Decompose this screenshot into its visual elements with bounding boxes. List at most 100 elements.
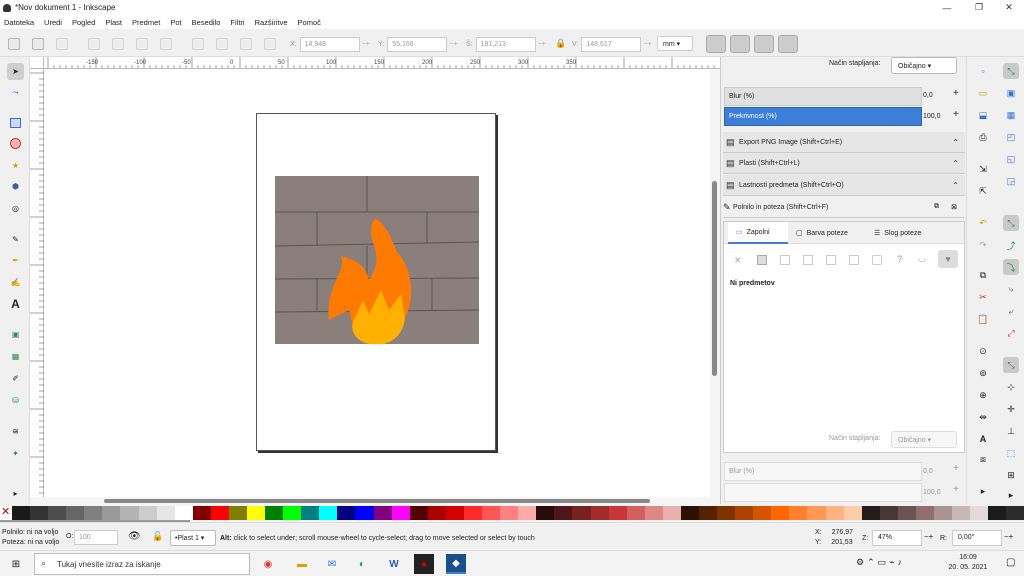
tab-stroke-paint[interactable]: ▢ Barva poteze [796, 222, 866, 244]
menu-extensions[interactable]: Razširitve [255, 18, 288, 27]
zoom-stepper-icon[interactable]: −+ [924, 532, 933, 541]
horizontal-ruler[interactable]: -150 -100 -50 0 50 100 150 200 250 300 350 [44, 57, 720, 69]
text-tool-icon[interactable]: A [7, 295, 24, 312]
palette-swatch[interactable] [12, 506, 31, 520]
toolbox-more-icon[interactable]: ▸ [7, 485, 24, 502]
unset-paint-icon[interactable]: ? [897, 254, 902, 264]
opacity-slider[interactable]: Prekrivnost (%) [724, 107, 922, 126]
palette-swatch[interactable] [463, 506, 483, 520]
x-stepper-icon[interactable]: −+ [362, 41, 370, 48]
palette-swatch[interactable] [84, 506, 103, 520]
palette-swatch[interactable] [283, 506, 302, 520]
edge-icon[interactable]: ◐ [352, 554, 372, 574]
move-gradients-toggle[interactable] [754, 35, 774, 53]
palette-swatch[interactable] [174, 506, 193, 520]
unit-select[interactable]: mm ▾ [657, 36, 693, 51]
palette-swatch[interactable] [409, 506, 428, 520]
menu-view[interactable]: Pogled [72, 18, 95, 27]
lower-blend-mode-select[interactable]: Običajno ▾ [891, 431, 957, 448]
palette-swatch[interactable] [662, 506, 681, 520]
w-stepper-icon[interactable]: −+ [538, 41, 546, 48]
lower-bottom-icon[interactable] [192, 38, 204, 50]
palette-swatch[interactable] [210, 506, 229, 520]
blur-value[interactable]: 0,0 [923, 92, 933, 99]
scale-stroke-toggle[interactable] [706, 35, 726, 53]
save-icon[interactable]: ⬓ [975, 107, 991, 123]
tab-stroke-style[interactable]: ☰ Slog poteze [874, 222, 944, 244]
node-tool-icon[interactable]: ⤳ [7, 84, 24, 101]
lower-opacity-stepper-icon[interactable]: + [953, 484, 959, 495]
lower-blur-slider[interactable]: Blur (%) [724, 462, 922, 481]
palette-swatch[interactable] [102, 506, 121, 520]
palette-swatch[interactable] [482, 506, 501, 520]
palette-swatch[interactable] [952, 506, 971, 520]
palette-swatch[interactable] [753, 506, 772, 520]
select-all-icon[interactable] [8, 38, 20, 50]
palette-swatch[interactable] [988, 506, 1007, 520]
pencil-tool-icon[interactable]: ✎ [7, 231, 24, 248]
palette-swatch[interactable] [391, 506, 410, 520]
3d-box-tool-icon[interactable]: ⬢ [7, 178, 24, 195]
menu-edit[interactable]: Uredi [44, 18, 62, 27]
taskbar-search[interactable]: ⌕ Tukaj vnesite izraz za iskanje [34, 553, 250, 575]
palette-swatch[interactable] [500, 506, 519, 520]
toggle-lock-icon[interactable]: 🔓 [152, 531, 163, 542]
x-input[interactable]: 14,948 [299, 36, 360, 52]
file-explorer-icon[interactable]: ▬ [292, 554, 312, 574]
palette-swatch[interactable] [518, 506, 537, 520]
palette-swatch[interactable] [771, 506, 790, 520]
h-stepper-icon[interactable]: −+ [643, 41, 651, 48]
clock-time[interactable]: 16:09 [946, 554, 990, 561]
select-all-layers-icon[interactable] [32, 38, 44, 50]
flat-color-icon[interactable] [757, 255, 767, 265]
vertical-ruler[interactable] [30, 69, 44, 497]
new-document-icon[interactable]: ▫ [975, 63, 991, 79]
horizontal-scrollbar[interactable] [30, 497, 720, 506]
palette-swatch[interactable] [825, 506, 844, 520]
snap-midpoints-icon[interactable]: ⤢ [1003, 325, 1019, 341]
opacity-status-input[interactable]: 100 [74, 530, 118, 545]
menu-help[interactable]: Pomoč [298, 18, 321, 27]
raise-icon[interactable] [240, 38, 252, 50]
toggle-visibility-icon[interactable]: 👁 [128, 531, 141, 542]
snap-path-intersection-icon[interactable]: ⤵ [1003, 259, 1019, 275]
palette-swatch[interactable] [698, 506, 718, 520]
ellipse-tool-icon[interactable] [7, 135, 24, 152]
zoom-input[interactable]: 47% [872, 530, 922, 546]
palette-swatch[interactable] [120, 506, 139, 520]
import-icon[interactable]: ⇲ [975, 161, 991, 177]
maximize-button[interactable]: ❐ [964, 0, 994, 15]
palette-swatch[interactable] [66, 506, 85, 520]
no-paint-icon[interactable]: ✕ [734, 255, 742, 266]
spiral-tool-icon[interactable]: ◎ [7, 200, 24, 217]
zoom-page-icon[interactable]: ⊕ [975, 387, 991, 403]
close-button[interactable]: ✕ [994, 0, 1024, 15]
paint-bucket-tool-icon[interactable]: ⛁ [7, 392, 24, 409]
snap-path-icon[interactable]: ⤴ [1003, 237, 1019, 253]
menu-file[interactable]: Datoteka [4, 18, 34, 27]
tweak-tool-icon[interactable]: ≋ [7, 423, 24, 440]
palette-swatch[interactable] [879, 506, 898, 520]
word-icon[interactable]: W [384, 554, 404, 574]
snap-nodes-icon[interactable]: ⤡ [1003, 215, 1019, 231]
palette-swatch[interactable] [608, 506, 627, 520]
palette-swatch[interactable] [156, 506, 175, 520]
snap-bbox-icon[interactable]: ▣ [1003, 85, 1019, 101]
panel-float-icon[interactable]: ⧉ [934, 203, 939, 211]
palette-swatch[interactable] [590, 506, 609, 520]
palette-swatch[interactable] [680, 506, 699, 520]
rotation-input[interactable]: 0,00° [952, 530, 1002, 546]
palette-swatch[interactable] [319, 506, 338, 520]
y-stepper-icon[interactable]: −+ [449, 41, 457, 48]
menu-text[interactable]: Besedilo [192, 18, 221, 27]
horizontal-scroll-thumb[interactable] [104, 499, 650, 503]
calligraphy-tool-icon[interactable]: ✍ [7, 274, 24, 291]
lower-opacity-value[interactable]: 100,0 [923, 489, 941, 496]
w-input[interactable]: 181,213 [475, 36, 536, 52]
snap-rotation-center-icon[interactable]: ✛ [1003, 401, 1019, 417]
snap-more-icon[interactable]: ▸ [1003, 487, 1019, 503]
lower-icon[interactable] [216, 38, 228, 50]
paste-icon[interactable]: 📋 [975, 311, 991, 327]
flip-vertical-icon[interactable] [160, 38, 172, 50]
lock-icon[interactable]: 🔒 [555, 38, 566, 50]
